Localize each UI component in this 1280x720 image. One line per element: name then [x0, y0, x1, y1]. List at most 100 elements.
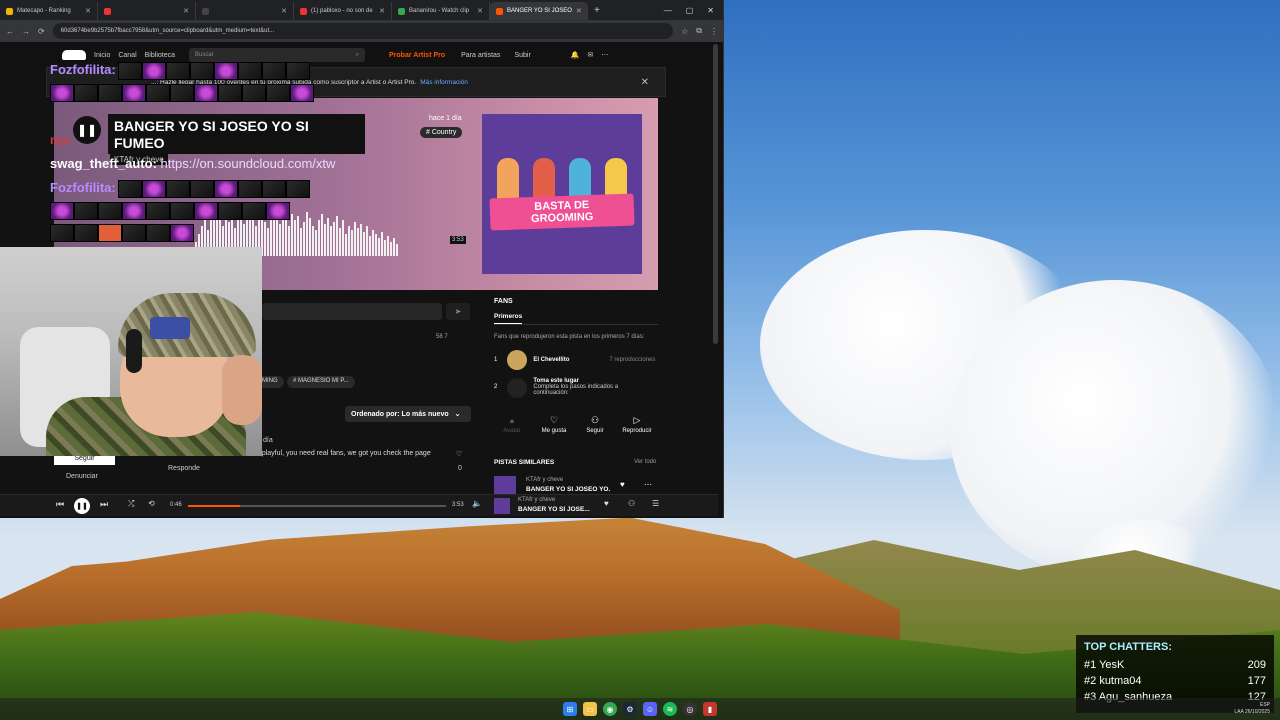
browser-tab[interactable]: Matecapo - Ranking ✕	[0, 2, 98, 20]
comment-input[interactable]	[262, 303, 442, 320]
similar-title[interactable]: BANGER YO SI JOSEO YO...	[526, 486, 610, 493]
artwork-text: GROOMING	[530, 210, 594, 226]
player-thumbnail[interactable]	[494, 498, 510, 514]
track-thumbnail[interactable]	[494, 476, 516, 494]
more-icon[interactable]: ⋯	[601, 51, 608, 59]
follow-action[interactable]: ⚇ Seguir	[577, 406, 613, 434]
chatter-name: kutma04	[1099, 675, 1142, 687]
minimize-icon[interactable]: —	[664, 6, 672, 15]
queue-icon[interactable]: ☰	[652, 499, 659, 508]
fan-row[interactable]: 1 El Chevellito 7 reproducciones	[494, 350, 655, 370]
banner-link[interactable]: Más información	[420, 79, 468, 86]
avatar-action[interactable]: ● Avatar	[494, 406, 530, 434]
previous-icon[interactable]: ⏮	[56, 499, 64, 510]
close-window-icon[interactable]: ✕	[707, 6, 714, 15]
menu-icon[interactable]: ⋮	[710, 27, 718, 36]
fans-description: Fans que reprodujeron esta pista en los …	[494, 334, 645, 340]
like-action[interactable]: ♡ Me gusta	[536, 406, 572, 434]
close-icon[interactable]: ✕	[477, 7, 483, 15]
reply-link[interactable]: Responde	[168, 465, 200, 472]
obs-icon[interactable]: ◎	[683, 702, 697, 716]
tab-favicon-icon	[496, 7, 503, 15]
close-icon[interactable]: ✕	[641, 77, 649, 88]
new-tab-icon[interactable]: +	[594, 5, 600, 16]
for-artists-link[interactable]: Para artistas	[461, 52, 500, 59]
extensions-icon[interactable]: ⧉	[696, 26, 702, 36]
nav-home[interactable]: Inicio	[94, 52, 110, 59]
more-icon[interactable]: ⋯	[644, 480, 652, 489]
scrollbar[interactable]	[713, 44, 718, 344]
system-date[interactable]: 26/10/2025	[1245, 709, 1270, 715]
browser-tab[interactable]: ✕	[196, 2, 294, 20]
mail-icon[interactable]: ✉	[588, 51, 594, 59]
bell-icon[interactable]: 🔔	[571, 51, 580, 59]
close-icon[interactable]: ✕	[281, 7, 287, 15]
similar-artist[interactable]: KTAfr y cheve	[526, 477, 563, 483]
star-icon[interactable]: ☆	[681, 27, 688, 36]
player-artist[interactable]: KTAfr y cheve	[518, 497, 555, 503]
next-icon[interactable]: ⏭	[100, 499, 108, 510]
repeat-icon[interactable]: ⟲	[148, 499, 155, 508]
language-indicator[interactable]: ESP	[1260, 702, 1270, 708]
divider	[494, 324, 658, 325]
sort-dropdown[interactable]: Ordenado por: Lo más nuevo ⌄	[345, 406, 471, 422]
soundcloud-logo-icon[interactable]	[62, 50, 86, 60]
back-icon[interactable]: ←	[6, 27, 14, 36]
start-icon[interactable]: ⊞	[563, 702, 577, 716]
discord-icon[interactable]: ☺	[643, 702, 657, 716]
fan-name[interactable]: El Chevellito	[533, 357, 609, 363]
progress-bar[interactable]	[188, 505, 446, 507]
waveform-bar	[279, 224, 281, 256]
shuffle-icon[interactable]: ⤮	[128, 499, 134, 509]
file-explorer-icon[interactable]: ▭	[583, 702, 597, 716]
browser-tab-active[interactable]: BANGER YO SI JOSEO ✕	[490, 2, 588, 20]
send-icon[interactable]: ➤	[446, 303, 470, 320]
upload-link[interactable]: Subir	[514, 52, 530, 59]
chrome-icon[interactable]: ◉	[603, 702, 617, 716]
chat-link[interactable]: https://on.soundcloud.com/xtw	[161, 156, 336, 171]
waveform-bar	[327, 218, 329, 256]
pause-icon[interactable]: ❚❚	[74, 498, 90, 514]
spotify-icon[interactable]: ≋	[663, 702, 677, 716]
nav-feed[interactable]: Canal	[118, 52, 136, 59]
close-icon[interactable]: ✕	[183, 7, 189, 15]
close-icon[interactable]: ✕	[85, 7, 91, 15]
heart-icon[interactable]: ♥	[620, 480, 625, 489]
track-tag[interactable]: # MAGNESIO MI P...	[287, 376, 355, 388]
pause-icon[interactable]: ❚❚	[73, 116, 101, 144]
browser-tab[interactable]: Bananirou - Watch clip ✕	[392, 2, 490, 20]
similar-track[interactable]: KTAfr y cheve BANGER YO SI JOSEO YO... ♥…	[494, 476, 658, 494]
search-input[interactable]: Buscar ⌕	[189, 48, 365, 62]
see-all-link[interactable]: Ver todo	[634, 459, 656, 465]
chatter-name: YesK	[1099, 659, 1125, 671]
browser-tab[interactable]: (1) pabloxo - no son de ✕	[294, 2, 392, 20]
waveform-bar	[381, 232, 383, 256]
try-artist-pro-link[interactable]: Probar Artist Pro	[389, 52, 445, 59]
chat-message: swag_theft_auto: https://on.soundcloud.c…	[50, 156, 335, 171]
action-label: Seguir	[586, 428, 604, 434]
browser-tab[interactable]: ✕	[98, 2, 196, 20]
nav-library[interactable]: Biblioteca	[145, 52, 175, 59]
avatar[interactable]	[507, 350, 528, 370]
close-icon[interactable]: ✕	[576, 7, 582, 15]
search-icon[interactable]: ⌕	[356, 52, 359, 59]
webcam-feed	[0, 247, 262, 456]
fan-rank: 1	[494, 357, 498, 363]
reload-icon[interactable]: ⟳	[38, 27, 45, 36]
heart-icon[interactable]: ♡	[456, 450, 462, 458]
steam-icon[interactable]: ⚙	[623, 702, 637, 716]
report-link[interactable]: Denunciar	[66, 473, 98, 480]
volume-icon[interactable]: 🔈	[472, 499, 482, 508]
close-icon[interactable]: ✕	[379, 7, 385, 15]
heart-icon[interactable]: ♥	[604, 499, 609, 508]
maximize-icon[interactable]: ▢	[686, 6, 694, 15]
current-time: 0:46	[170, 502, 182, 508]
follow-icon[interactable]: ⚇	[628, 499, 635, 508]
player-title[interactable]: BANGER YO SI JOSE...	[518, 506, 590, 513]
genre-tag[interactable]: # Country	[420, 127, 463, 138]
forward-icon[interactable]: →	[22, 27, 30, 36]
tab-primeros[interactable]: Primeros	[494, 313, 522, 324]
url-field[interactable]: 60d3674be9b2575b7fbacc7958&utm_source=cl…	[52, 23, 674, 39]
app-icon[interactable]: ▮	[703, 702, 717, 716]
play-action[interactable]: ▷ Reproducir	[619, 406, 655, 434]
